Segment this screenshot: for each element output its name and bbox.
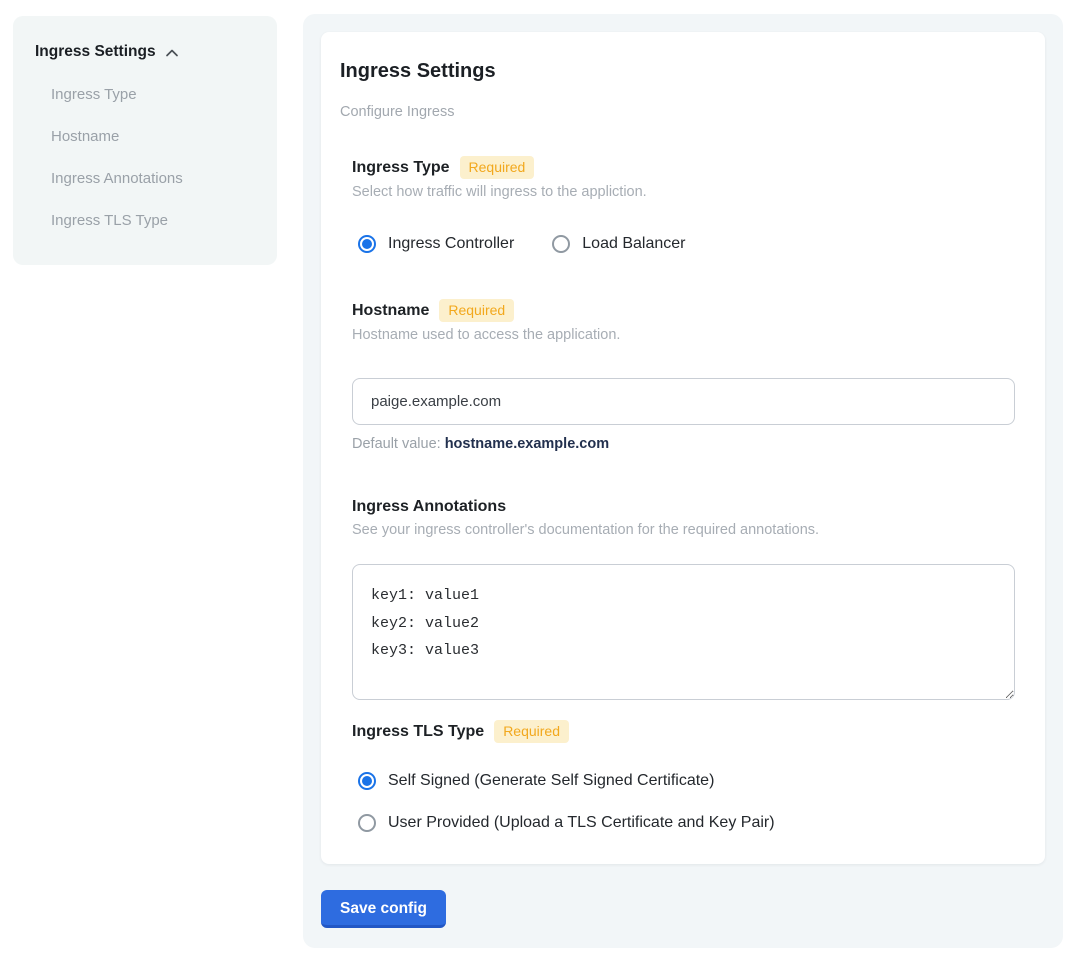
- radio-load-balancer[interactable]: Load Balancer: [552, 233, 685, 254]
- ingress-settings-card: Ingress Settings Configure Ingress Ingre…: [321, 32, 1045, 864]
- ingress-form: Ingress Type Required Select how traffic…: [340, 156, 1015, 833]
- ingress-type-help: Select how traffic will ingress to the a…: [352, 183, 1015, 201]
- ingress-settings-sidebar: Ingress Settings Ingress Type Hostname I…: [13, 16, 277, 265]
- sidebar-item-hostname[interactable]: Hostname: [51, 127, 255, 147]
- field-ingress-tls-type: Ingress TLS Type Required Self Signed (G…: [352, 720, 1015, 833]
- sidebar-item-ingress-type[interactable]: Ingress Type: [51, 85, 255, 105]
- radio-self-signed-label: Self Signed (Generate Self Signed Certif…: [388, 770, 714, 791]
- ingress-annotations-label: Ingress Annotations: [352, 497, 506, 517]
- radio-ingress-controller[interactable]: Ingress Controller: [358, 233, 514, 254]
- sidebar-section-title: Ingress Settings: [35, 42, 156, 62]
- required-badge: Required: [439, 299, 514, 322]
- sidebar-item-ingress-annotations[interactable]: Ingress Annotations: [51, 169, 255, 189]
- ingress-type-label: Ingress Type: [352, 158, 450, 178]
- radio-user-provided-label: User Provided (Upload a TLS Certificate …: [388, 812, 775, 833]
- radio-ingress-controller-label: Ingress Controller: [388, 233, 514, 254]
- hostname-help: Hostname used to access the application.: [352, 326, 1015, 344]
- ingress-annotations-help: See your ingress controller's documentat…: [352, 521, 1015, 539]
- radio-load-balancer-label: Load Balancer: [582, 233, 685, 254]
- radio-selected-icon[interactable]: [358, 235, 376, 253]
- ingress-tls-type-label: Ingress TLS Type: [352, 722, 484, 742]
- default-value-prefix: Default value:: [352, 436, 445, 452]
- page-title: Ingress Settings: [340, 60, 1015, 82]
- radio-user-provided[interactable]: User Provided (Upload a TLS Certificate …: [358, 812, 1015, 833]
- sidebar-nav: Ingress Type Hostname Ingress Annotation…: [35, 85, 255, 231]
- save-config-button[interactable]: Save config: [321, 890, 446, 928]
- radio-selected-icon[interactable]: [358, 772, 376, 790]
- ingress-settings-panel: Ingress Settings Configure Ingress Ingre…: [303, 14, 1063, 948]
- required-badge: Required: [494, 720, 569, 743]
- page-subtitle: Configure Ingress: [340, 104, 1015, 120]
- required-badge: Required: [460, 156, 535, 179]
- ingress-annotations-textarea[interactable]: key1: value1 key2: value2 key3: value3: [352, 564, 1015, 700]
- radio-unselected-icon[interactable]: [552, 235, 570, 253]
- hostname-default-line: Default value: hostname.example.com: [352, 436, 1015, 452]
- chevron-up-icon: [164, 45, 180, 61]
- field-ingress-type: Ingress Type Required Select how traffic…: [352, 156, 1015, 254]
- screen: Ingress Settings Ingress Type Hostname I…: [0, 0, 1090, 969]
- default-value-text: hostname.example.com: [445, 436, 609, 452]
- radio-unselected-icon[interactable]: [358, 814, 376, 832]
- sidebar-section-toggle[interactable]: Ingress Settings: [35, 42, 255, 62]
- hostname-input[interactable]: [352, 378, 1015, 425]
- field-hostname: Hostname Required Hostname used to acces…: [352, 299, 1015, 452]
- radio-self-signed[interactable]: Self Signed (Generate Self Signed Certif…: [358, 770, 1015, 791]
- sidebar-item-ingress-tls-type[interactable]: Ingress TLS Type: [51, 211, 255, 231]
- field-ingress-annotations: Ingress Annotations See your ingress con…: [352, 497, 1015, 700]
- hostname-label: Hostname: [352, 301, 429, 321]
